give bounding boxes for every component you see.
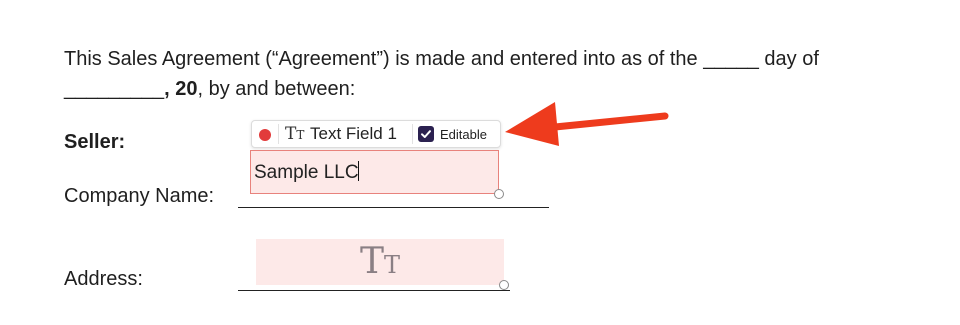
toolbar-divider — [278, 124, 279, 144]
text-type-icon: TT — [285, 124, 305, 144]
field-name[interactable]: Text Field 1 — [310, 124, 397, 144]
agreement-intro-line-2: _________, 20, by and between: — [64, 77, 355, 101]
address-field[interactable]: TT — [256, 239, 504, 285]
checkmark-icon — [421, 130, 431, 138]
editable-checkbox[interactable] — [418, 126, 434, 142]
text-caret — [357, 161, 359, 181]
toolbar-divider — [412, 124, 413, 144]
text-type-icon: TT — [360, 241, 401, 282]
red-arrow-icon — [505, 102, 669, 146]
record-dot-icon — [259, 129, 271, 141]
editable-label[interactable]: Editable — [440, 127, 487, 142]
company-name-value[interactable]: Sample LLC — [254, 161, 359, 184]
year-prefix: , 20 — [164, 78, 198, 100]
seller-label: Seller: — [64, 131, 126, 153]
field-value-text: Sample LLC — [254, 162, 359, 183]
field-toolbar: TT Text Field 1 Editable — [251, 120, 501, 148]
agreement-intro-line: This Sales Agreement (“Agreement”) is ma… — [64, 48, 819, 70]
company-name-underline — [238, 207, 549, 208]
date-blank: _________ — [64, 78, 165, 100]
resize-handle[interactable] — [499, 280, 509, 290]
resize-handle[interactable] — [494, 189, 504, 199]
by-and-between-text: , by and between: — [197, 78, 356, 100]
company-name-field[interactable]: Sample LLC — [250, 150, 499, 194]
address-underline — [238, 290, 510, 291]
company-name-label: Company Name: — [64, 185, 215, 207]
address-label: Address: — [64, 268, 143, 290]
